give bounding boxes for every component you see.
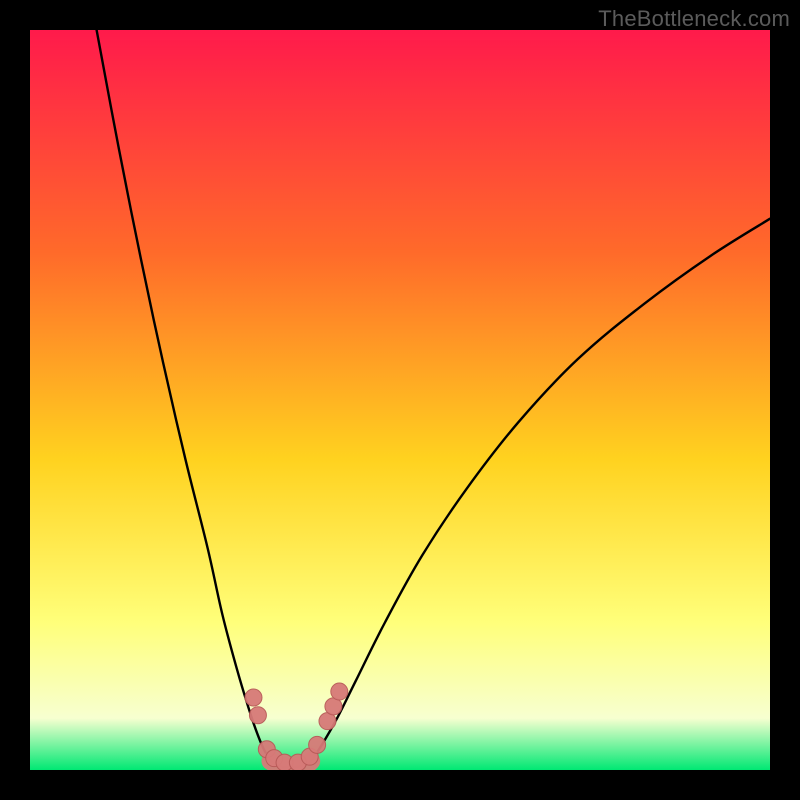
watermark-text: TheBottleneck.com — [598, 6, 790, 32]
data-marker — [249, 707, 266, 724]
chart-svg — [30, 30, 770, 770]
plot-area — [30, 30, 770, 770]
data-marker — [331, 683, 348, 700]
chart-frame: TheBottleneck.com — [0, 0, 800, 800]
data-marker — [245, 689, 262, 706]
gradient-background — [30, 30, 770, 770]
data-marker — [309, 736, 326, 753]
